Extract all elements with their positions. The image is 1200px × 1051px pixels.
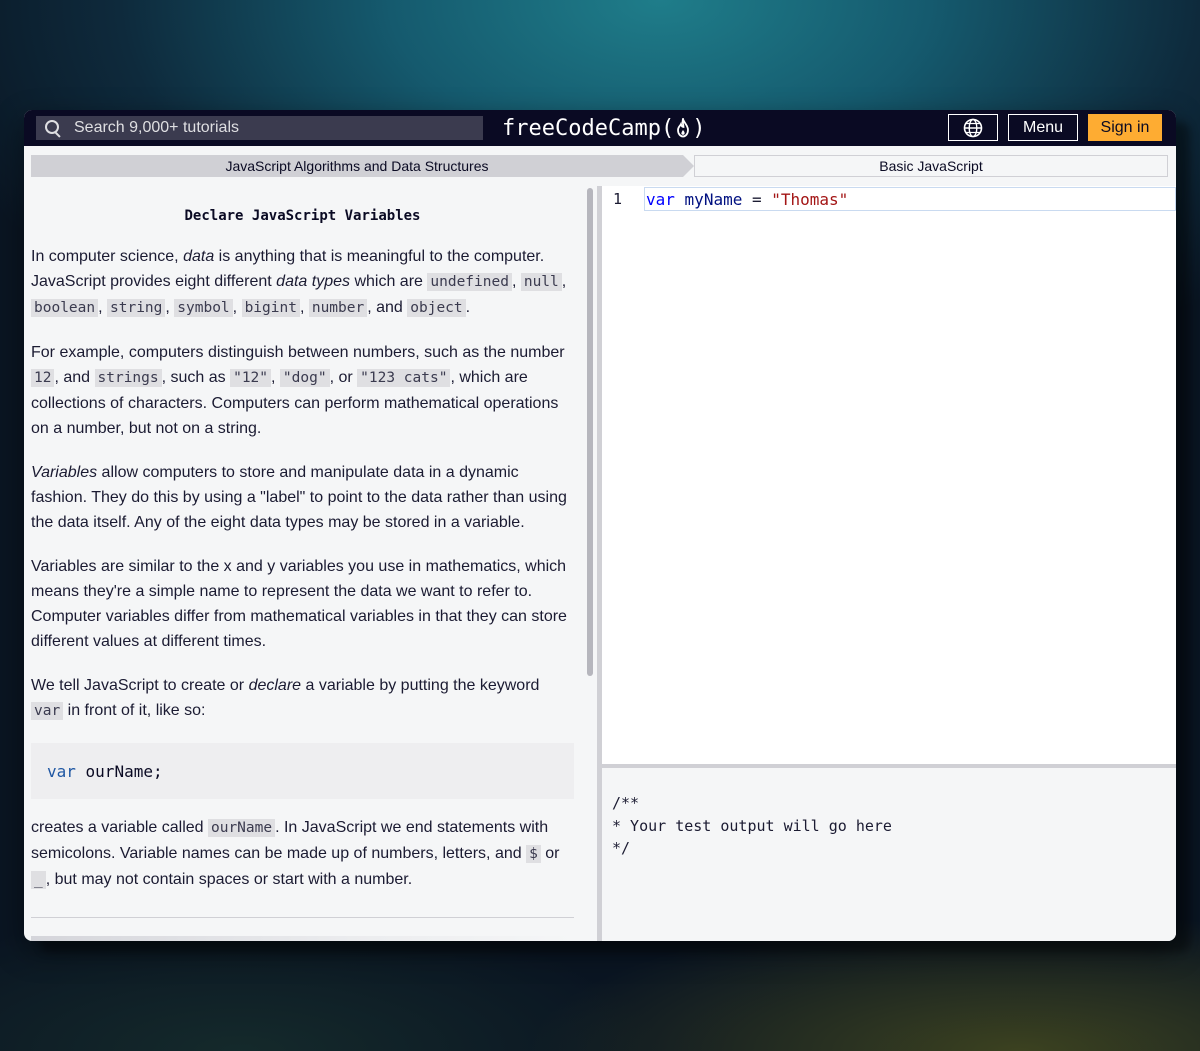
truncated-content xyxy=(31,936,574,941)
logo-text-prefix: freeCodeCamp( xyxy=(502,115,675,141)
instructions-scrollbar[interactable] xyxy=(587,188,593,676)
navbar: Search 9,000+ tutorials freeCodeCamp( ) … xyxy=(24,110,1176,146)
inline-code: string xyxy=(107,299,166,317)
paragraph-variables: Variables allow computers to store and m… xyxy=(31,460,576,535)
inline-code: strings xyxy=(94,369,162,387)
emphasis: data types xyxy=(276,273,350,290)
paragraph-math-variables: Variables are similar to the x and y var… xyxy=(31,558,567,650)
code-string: "Thomas" xyxy=(771,190,849,209)
breadcrumb: JavaScript Algorithms and Data Structure… xyxy=(31,155,1168,177)
breadcrumb-block[interactable]: Basic JavaScript xyxy=(694,155,1168,177)
text: which are xyxy=(350,273,428,290)
inline-code: $ xyxy=(526,845,541,863)
inline-code: 12 xyxy=(31,369,55,387)
paragraph-numbers-strings: For example, computers distinguish betwe… xyxy=(31,344,565,437)
text: creates a variable called xyxy=(31,819,208,836)
inline-code: boolean xyxy=(31,299,99,317)
code-text: ourName; xyxy=(75,761,163,781)
text: , or xyxy=(329,369,358,386)
flame-icon xyxy=(677,118,690,138)
text: We tell JavaScript to create or xyxy=(31,677,249,694)
instructions-pane: Declare JavaScript Variables In computer… xyxy=(24,186,586,941)
paragraph-creates-variable: creates a variable called ourName. In Ja… xyxy=(31,815,576,893)
inline-code: number xyxy=(308,299,368,317)
code-identifier: myName xyxy=(684,190,743,209)
menu-button[interactable]: Menu xyxy=(1008,114,1078,141)
emphasis: data xyxy=(183,248,215,265)
text: in front of it, like so: xyxy=(63,702,206,719)
freecodecamp-logo[interactable]: freeCodeCamp( ) xyxy=(502,113,705,143)
text: a variable by putting the keyword xyxy=(301,677,540,694)
inline-code: var xyxy=(31,702,64,720)
text: In computer science, xyxy=(31,248,184,265)
paragraph-declare: We tell JavaScript to create or declare … xyxy=(31,673,576,724)
text: . xyxy=(465,299,471,316)
text: allow computers to store and manipulate … xyxy=(31,464,567,531)
inline-code: "123 cats" xyxy=(357,369,451,387)
text: or xyxy=(540,845,560,862)
paragraph-data-types: In computer science, data is anything th… xyxy=(31,248,567,317)
language-button[interactable] xyxy=(948,114,998,141)
lesson-title: Declare JavaScript Variables xyxy=(184,208,421,224)
inline-code: "12" xyxy=(230,369,272,387)
code-keyword: var xyxy=(47,761,76,781)
search-icon xyxy=(42,117,64,139)
text: , and xyxy=(54,369,95,386)
inline-code: _ xyxy=(31,871,46,889)
text: , and xyxy=(367,299,408,316)
code-line[interactable]: var myName = "Thomas" xyxy=(646,190,848,209)
breadcrumb-superblock[interactable]: JavaScript Algorithms and Data Structure… xyxy=(31,155,683,177)
line-number: 1 xyxy=(613,190,623,208)
text: , such as xyxy=(161,369,231,386)
inline-code: "dog" xyxy=(279,369,330,387)
search-input[interactable]: Search 9,000+ tutorials xyxy=(36,116,483,140)
code-editor[interactable]: 1 var myName = "Thomas" xyxy=(602,186,1176,764)
inline-code: symbol xyxy=(174,299,233,317)
inline-code: undefined xyxy=(427,273,512,291)
code-keyword: var xyxy=(646,190,675,209)
divider xyxy=(31,917,574,918)
example-code-block: var ourName; xyxy=(31,743,574,799)
breadcrumb-arrow xyxy=(683,155,694,177)
nav-actions: Menu Sign in xyxy=(948,114,1162,141)
emphasis: Variables xyxy=(31,464,98,481)
sign-in-button[interactable]: Sign in xyxy=(1088,114,1162,141)
inline-code: bigint xyxy=(241,299,300,317)
text: For example, computers distinguish betwe… xyxy=(31,344,565,361)
test-output: /** * Your test output will go here */ xyxy=(602,768,1176,941)
code-operator: = xyxy=(742,190,772,209)
text: , but may not contain spaces or start wi… xyxy=(45,871,413,888)
inline-code: object xyxy=(407,299,466,317)
app-window: Search 9,000+ tutorials freeCodeCamp( ) … xyxy=(24,110,1176,941)
inline-code: ourName xyxy=(207,819,276,837)
globe-icon xyxy=(963,118,983,137)
emphasis: declare xyxy=(248,677,302,694)
search-placeholder: Search 9,000+ tutorials xyxy=(74,119,239,136)
inline-code: null xyxy=(520,273,562,291)
logo-text-suffix: ) xyxy=(692,115,706,141)
